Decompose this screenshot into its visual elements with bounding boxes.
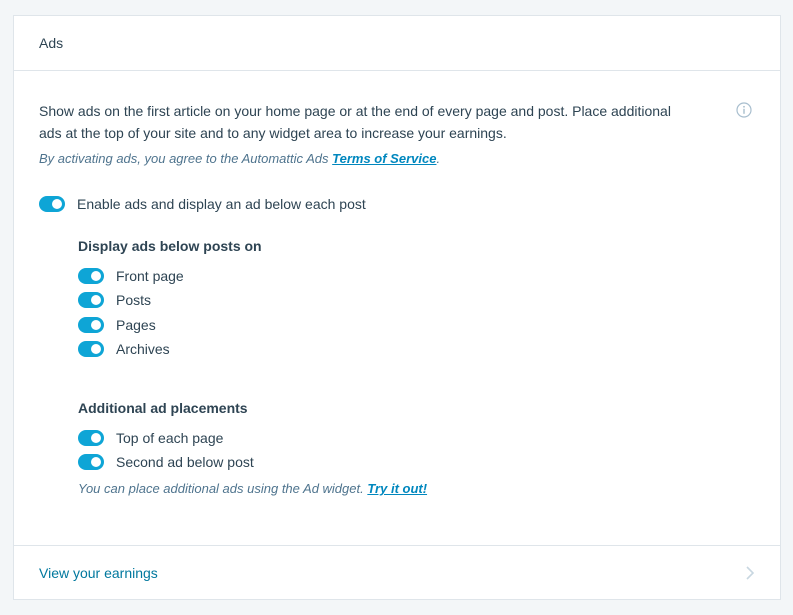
top-of-page-toggle[interactable] xyxy=(78,430,104,446)
view-earnings-label[interactable]: View your earnings xyxy=(39,565,158,581)
tos-notice: By activating ads, you agree to the Auto… xyxy=(39,151,440,166)
enable-ads-toggle[interactable] xyxy=(39,196,65,212)
enable-ads-label: Enable ads and display an ad below each … xyxy=(77,196,366,212)
archives-label: Archives xyxy=(116,341,170,357)
posts-toggle[interactable] xyxy=(78,292,104,308)
toggle-row-front-page[interactable]: Front page xyxy=(78,268,184,284)
pages-label: Pages xyxy=(116,317,156,333)
card-title: Ads xyxy=(39,35,64,51)
toggle-row-second-ad[interactable]: Second ad below post xyxy=(78,454,254,470)
widget-hint: You can place additional ads using the A… xyxy=(78,481,427,496)
ads-description: Show ads on the first article on your ho… xyxy=(39,103,671,141)
front-page-label: Front page xyxy=(116,268,184,284)
display-section-title: Display ads below posts on xyxy=(78,238,262,254)
tos-suffix: . xyxy=(436,151,441,166)
view-earnings-row[interactable]: View your earnings xyxy=(14,545,780,600)
posts-label: Posts xyxy=(116,292,152,308)
chevron-right-icon xyxy=(746,566,755,580)
archives-toggle[interactable] xyxy=(78,341,104,357)
ads-card: Ads Show ads on the first article on you… xyxy=(13,15,781,600)
pages-toggle[interactable] xyxy=(78,317,104,333)
toggle-row-top-of-page[interactable]: Top of each page xyxy=(78,430,223,446)
second-ad-label: Second ad below post xyxy=(116,454,254,470)
placements-section-title: Additional ad placements xyxy=(78,400,248,416)
toggle-row-archives[interactable]: Archives xyxy=(78,341,170,357)
toggle-row-posts[interactable]: Posts xyxy=(78,292,151,308)
top-of-page-label: Top of each page xyxy=(116,430,224,446)
toggle-row-pages[interactable]: Pages xyxy=(78,317,156,333)
try-it-out-link[interactable]: Try it out! xyxy=(367,481,427,496)
info-icon[interactable] xyxy=(736,102,752,118)
main-toggle-row[interactable]: Enable ads and display an ad below each … xyxy=(39,196,366,212)
widget-hint-text: You can place additional ads using the A… xyxy=(78,481,368,496)
tos-prefix: By activating ads, you agree to the Auto… xyxy=(39,151,333,166)
tos-link[interactable]: Terms of Service xyxy=(332,151,436,166)
second-ad-toggle[interactable] xyxy=(78,454,104,470)
card-header: Ads xyxy=(14,16,780,71)
front-page-toggle[interactable] xyxy=(78,268,104,284)
